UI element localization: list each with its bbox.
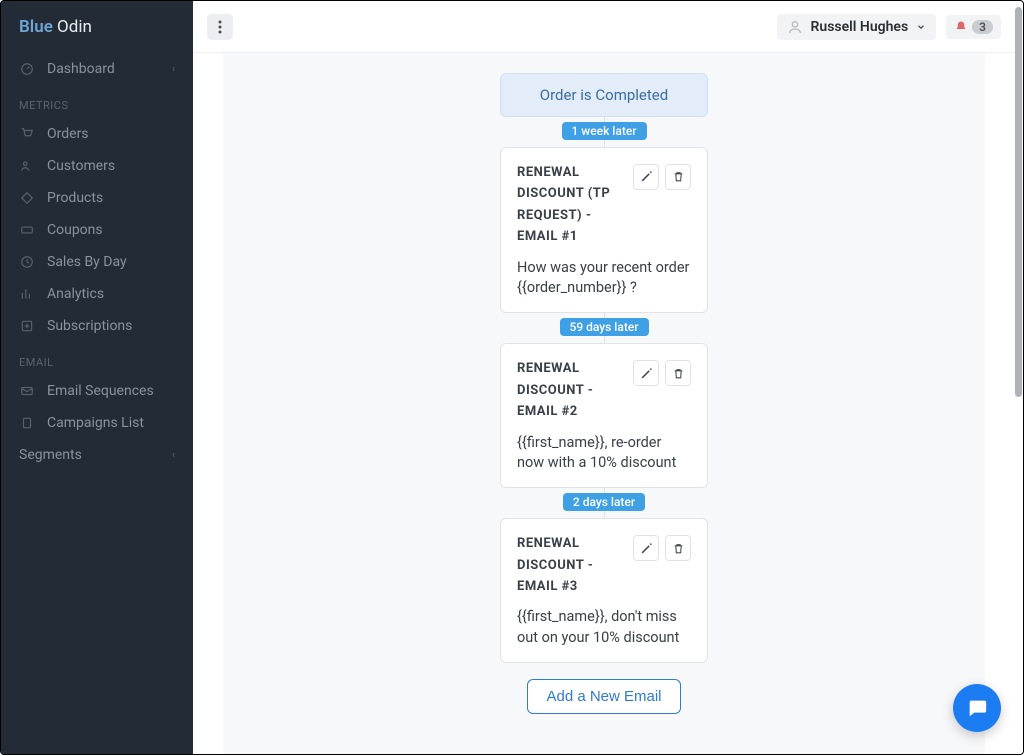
sidebar-item-campaigns-list[interactable]: Campaigns List [1, 407, 193, 439]
sidebar-item-label: Dashboard [47, 61, 160, 77]
sequence-canvas: Order is Completed 1 week later RENEWAL … [223, 53, 985, 754]
connector [604, 511, 605, 518]
sidebar-item-customers[interactable]: Customers [1, 150, 193, 182]
users-icon [19, 158, 35, 174]
sidebar-item-products[interactable]: Products [1, 182, 193, 214]
delay-label: 59 days later [570, 320, 639, 334]
chevron-left-icon: ‹ [172, 450, 175, 461]
cart-icon [19, 126, 35, 142]
email-node-subject: {{first_name}}, re-order now with a 10% … [517, 433, 691, 474]
email-node: RENEWAL DISCOUNT (TP REQUEST) - EMAIL #1… [500, 147, 708, 313]
delete-email-button[interactable] [665, 360, 691, 386]
sidebar-item-label: Segments [19, 447, 160, 463]
more-menu-button[interactable] [207, 14, 233, 40]
email-node-title: RENEWAL DISCOUNT - EMAIL #2 [517, 358, 625, 422]
sidebar-item-dashboard[interactable]: Dashboard ‹ [1, 53, 193, 85]
trigger-node[interactable]: Order is Completed [500, 73, 708, 117]
plus-square-icon [19, 318, 35, 334]
delay-label: 2 days later [573, 495, 635, 509]
notification-count: 3 [972, 20, 993, 34]
user-menu[interactable]: Russell Hughes [777, 14, 937, 40]
connector [604, 140, 605, 147]
clock-icon [19, 254, 35, 270]
edit-email-button[interactable] [633, 535, 659, 561]
gauge-icon [19, 61, 35, 77]
add-email-button[interactable]: Add a New Email [527, 679, 680, 714]
delete-email-button[interactable] [665, 535, 691, 561]
sidebar-item-label: Campaigns List [47, 415, 175, 431]
pencil-icon [640, 542, 653, 555]
sidebar-item-label: Analytics [47, 286, 175, 302]
edit-email-button[interactable] [633, 164, 659, 190]
main-panel: Russell Hughes 3 Order is Completed 1 we… [193, 1, 1015, 754]
delay-pill[interactable]: 1 week later [562, 122, 647, 140]
sidebar-item-email-sequences[interactable]: Email Sequences [1, 375, 193, 407]
sidebar-item-coupons[interactable]: Coupons [1, 214, 193, 246]
trash-icon [672, 542, 685, 555]
scrollbar[interactable] [1014, 1, 1023, 754]
connector [604, 336, 605, 343]
sidebar: Blue Odin Dashboard ‹ METRICS Orders Cus… [1, 1, 193, 754]
sidebar-item-label: Subscriptions [47, 318, 175, 334]
delay-label: 1 week later [572, 124, 637, 138]
sidebar-item-label: Sales By Day [47, 254, 175, 270]
chat-icon [966, 697, 988, 719]
sidebar-header-email: EMAIL [1, 342, 193, 375]
chat-widget-button[interactable] [953, 684, 1001, 732]
sidebar-item-label: Email Sequences [47, 383, 175, 399]
notifications-button[interactable]: 3 [946, 15, 1001, 39]
delay-pill[interactable]: 2 days later [563, 493, 645, 511]
sidebar-item-label: Coupons [47, 222, 175, 238]
sidebar-item-subscriptions[interactable]: Subscriptions [1, 310, 193, 342]
user-name: Russell Hughes [811, 19, 909, 35]
sidebar-item-sales-by-day[interactable]: Sales By Day [1, 246, 193, 278]
chart-icon [19, 286, 35, 302]
email-node: RENEWAL DISCOUNT - EMAIL #2 {{first_name… [500, 343, 708, 488]
scrollbar-thumb[interactable] [1015, 7, 1022, 397]
kebab-icon [218, 20, 222, 34]
topbar: Russell Hughes 3 [193, 1, 1015, 53]
delay-pill[interactable]: 59 days later [560, 318, 649, 336]
delete-email-button[interactable] [665, 164, 691, 190]
bell-icon [954, 20, 968, 34]
email-node-subject: {{first_name}}, don't miss out on your 1… [517, 607, 691, 648]
email-node-subject: How was your recent order {{order_number… [517, 258, 691, 299]
trigger-label: Order is Completed [540, 86, 668, 104]
clipboard-icon [19, 415, 35, 431]
add-email-label: Add a New Email [546, 688, 661, 705]
pencil-icon [640, 170, 653, 183]
user-icon [787, 19, 803, 35]
sidebar-item-segments[interactable]: Segments ‹ [1, 439, 193, 471]
email-node: RENEWAL DISCOUNT - EMAIL #3 {{first_name… [500, 518, 708, 663]
trash-icon [672, 367, 685, 380]
trash-icon [672, 170, 685, 183]
sidebar-item-label: Customers [47, 158, 175, 174]
pencil-icon [640, 367, 653, 380]
edit-email-button[interactable] [633, 360, 659, 386]
sidebar-item-orders[interactable]: Orders [1, 118, 193, 150]
ticket-icon [19, 222, 35, 238]
chevron-left-icon: ‹ [172, 64, 175, 75]
sidebar-item-analytics[interactable]: Analytics [1, 278, 193, 310]
sidebar-item-label: Orders [47, 126, 175, 142]
sidebar-header-metrics: METRICS [1, 85, 193, 118]
email-node-title: RENEWAL DISCOUNT - EMAIL #3 [517, 533, 625, 597]
chevron-down-icon [916, 22, 926, 32]
email-node-title: RENEWAL DISCOUNT (TP REQUEST) - EMAIL #1 [517, 162, 625, 248]
mail-icon [19, 383, 35, 399]
sidebar-item-label: Products [47, 190, 175, 206]
brand-logo: Blue Odin [1, 1, 193, 53]
tag-icon [19, 190, 35, 206]
